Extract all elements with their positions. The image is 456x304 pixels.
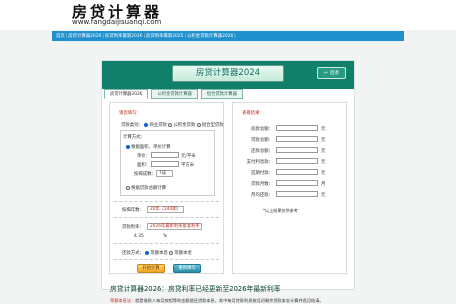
tab-house-loan[interactable]: 房贷计算器2026 [104,89,149,99]
radio-icon [196,122,201,127]
loan-type-label: 贷款类别： [121,123,143,128]
down-payment-label: 按揭成数： [134,172,156,177]
repay-equal-principal[interactable]: 等额本金 [169,250,192,256]
result-field-unit: 元 [321,149,326,154]
result-field-unit: 元 [321,138,326,143]
term-value: 20年（240期） [150,207,181,212]
result-field-input[interactable] [276,136,318,142]
result-field-label: 贷款总额： [251,138,273,143]
site-header: 房贷计算器 www.fangdaijisuanqi.com [0,0,456,30]
divider [114,259,219,260]
loan-type-commercial-label: 商业贷款 [149,123,167,128]
tab-combo-loan[interactable]: 组合贷款计算器 [200,89,243,99]
result-field-label: 月均还款： [251,193,273,198]
result-field-input[interactable] [276,169,318,175]
nav-item-rate-2025[interactable]: 房贷利率最新2025 [146,33,184,39]
news-body: 等额本息法：就是借款人每月按相等的金额偿还贷款本息，其中每月贷款利息按月初剩余贷… [110,298,348,304]
rate-select-value: 2026年最新利率基准利率 [150,224,200,229]
calculate-button[interactable]: 开始计算 [137,264,165,273]
down-payment-value: 7成 [159,171,167,176]
back-icon: ↩ [324,70,328,76]
calc-by-area-label: 根据面积、单价计算 [131,145,171,150]
nav-item-calculator[interactable]: 房贷计算器2026 [68,33,101,39]
loan-type-combo-label: 组合型贷款 [201,123,224,128]
unit-price-unit: 元/平米 [181,154,196,159]
radio-icon [126,185,130,190]
radio-icon [169,250,174,255]
calculator-title: 房贷计算器2024 [172,65,284,82]
calc-by-total-option[interactable]: 根据贷款总额计算 [126,185,166,191]
term-select[interactable]: 20年（240期） [147,206,184,213]
divider [114,217,219,218]
divider [114,243,219,244]
tab-fund-loan[interactable]: 公积金贷款计算器 [151,89,198,99]
result-field-label: 首期付款： [251,171,273,176]
result-field-input[interactable] [276,125,318,131]
news-section: 房贷计算器2026：房贷利率已经更新至2026年最新利率 等额本息法：就是借款人… [110,283,348,304]
repay-equal-installment[interactable]: 等额本息 [145,250,168,256]
rate-value[interactable]: 4.35 [134,234,144,239]
radio-icon [145,250,150,255]
loan-type-fund[interactable]: 公积金贷款 [168,122,196,128]
repay-equal-installment-label: 等额本息 [150,251,168,256]
result-field-unit: 月 [321,182,326,187]
result-field-unit: 元 [321,171,326,176]
result-field-label: 支付利息款： [246,160,273,165]
unit-price-input[interactable] [151,152,179,158]
site-url: www.fangdaijisuanqi.com [72,18,162,26]
loan-type-fund-label: 公积金贷款 [173,123,196,128]
result-section-title: 查看结果： [242,111,264,116]
result-field-unit: 元 [321,193,326,198]
radio-icon [168,122,173,127]
reset-button[interactable]: 重新填写 [173,264,201,273]
result-field-unit: 元 [321,127,326,132]
calculator-tabs: 房贷计算器2026 公积金贷款计算器 组合贷款计算器 [104,89,243,99]
area-label: 面积： [137,163,151,168]
result-field-input[interactable] [276,180,318,186]
radio-icon [144,122,149,127]
divider [114,201,219,202]
nav-item-rate-2026[interactable]: 房贷利率最新2026 [105,33,143,39]
rate-label: 贷款利率： [122,225,144,230]
repay-row: 还款方式： 等额本息 等额本金 [122,250,192,256]
back-button[interactable]: ↩ 后退 [317,67,346,79]
area-input[interactable] [151,161,179,167]
result-field-input[interactable] [276,191,318,197]
news-lead: 等额本息法： [110,298,136,303]
calculator-banner: 房贷计算器2024 ↩ 后退 [102,61,354,89]
rate-unit: % [163,234,168,239]
result-panel: 查看结果： 房款总额：元贷款总额：元还款总额：元支付利息款：元首期付款：元贷款月… [232,102,347,274]
calc-method-box: 计算方式： 根据面积、单价计算 单价： 元/平米 面积： 平方米 按揭成数： 7… [120,130,215,196]
term-label: 按揭年数： [122,208,144,213]
result-field-unit: 元 [321,160,326,165]
calc-by-total-label: 根据贷款总额计算 [131,186,167,191]
result-field-label: 还款总额： [251,149,273,154]
form-section-title: 请您填写： [119,111,141,116]
loan-type-row: 贷款类别： 商业贷款 公积金贷款 组合型贷款 [121,122,224,128]
calc-by-area-option[interactable]: 根据面积、单价计算 [126,144,171,150]
unit-price-label: 单价： [137,154,151,159]
result-field-label: 房款总额： [251,127,273,132]
calc-method-label: 计算方式： [123,135,145,140]
news-text: 就是借款人每月按相等的金额偿还贷款本息，其中每月贷款利息按月初剩余贷款本金计算并… [135,298,324,303]
main-nav: 首页 | 房贷计算器2026 | 房贷利率最新2026 | 房贷利率最新2025 | 公… [52,31,404,41]
calculator-panel: 房贷计算器2024 ↩ 后退 房贷计算器2026 公积金贷款计算器 组合贷款计算器… [101,60,355,303]
news-title[interactable]: 房贷计算器2026：房贷利率已经更新至2026年最新利率 [110,283,348,293]
nav-item-fund-calculator[interactable]: 公积金贷款计算器2026 [187,33,233,39]
loan-type-combo[interactable]: 组合型贷款 [196,122,224,128]
rate-select[interactable]: 2026年最新利率基准利率 [147,223,202,230]
input-form: 请您填写： 贷款类别： 商业贷款 公积金贷款 组合型贷款 计算方式： 根据面积、… [109,102,224,274]
nav-item-home[interactable]: 首页 [56,33,65,39]
result-field-input[interactable] [276,158,318,164]
area-unit: 平方米 [181,163,195,168]
down-payment-select[interactable]: 7成 [156,170,173,177]
loan-type-commercial[interactable]: 商业贷款 [144,122,167,128]
repay-label: 还款方式： [122,251,144,256]
back-label: 后退 [329,71,339,76]
result-note: *以上结果仅供参考 [263,208,298,213]
result-field-input[interactable] [276,147,318,153]
repay-equal-principal-label: 等额本金 [174,251,192,256]
radio-icon [126,144,130,149]
result-field-label: 贷款月数： [251,182,273,187]
